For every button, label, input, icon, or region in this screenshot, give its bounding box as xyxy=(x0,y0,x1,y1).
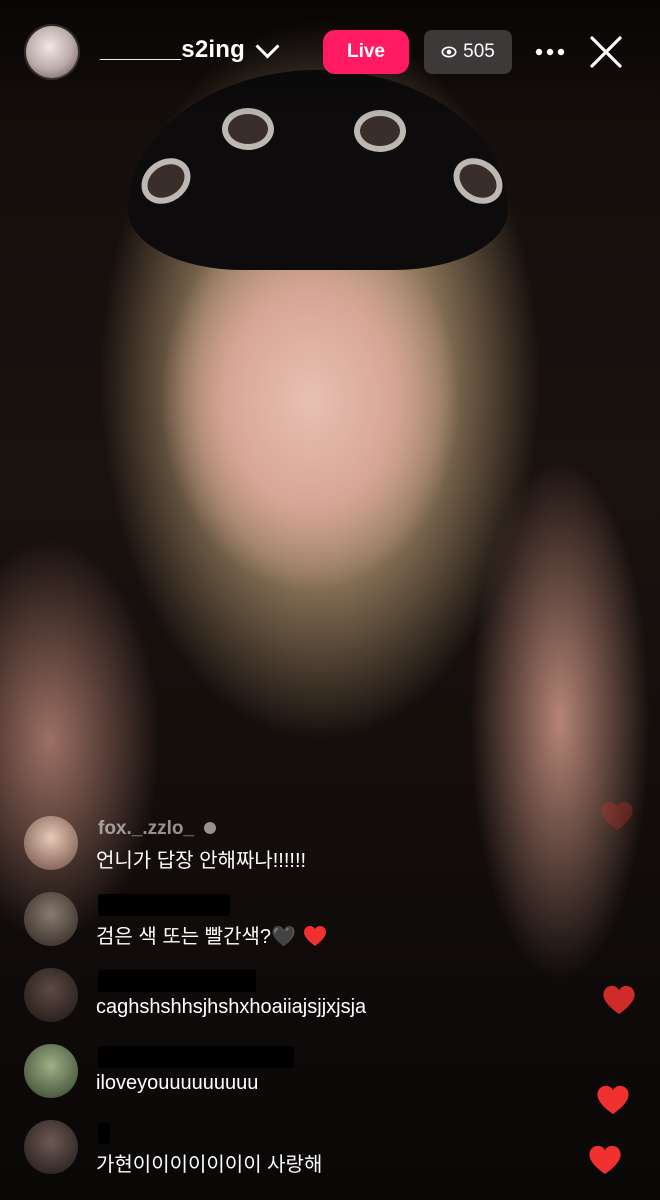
top-bar: ______s2ing Live 505 xyxy=(0,0,660,110)
viewer-count: 505 xyxy=(463,41,495,62)
commenter-avatar xyxy=(24,892,78,946)
verified-badge-icon xyxy=(204,822,217,834)
chevron-down-icon[interactable] xyxy=(255,33,280,59)
comment-text: 가현이이이이이이이 사랑해 xyxy=(96,1154,323,1176)
comment-item[interactable]: 가현이이이이이이이 사랑해 xyxy=(24,1116,524,1176)
comment-item[interactable]: fox._.zzlo_ 언니가 답장 안해짜나!!!!!! xyxy=(24,812,524,872)
comment-item[interactable]: caghshshhsjhshxhoaiiajsjjxjsja xyxy=(24,964,524,1024)
redacted-username xyxy=(98,1046,294,1068)
broadcaster-username[interactable]: ______s2ing xyxy=(100,33,280,64)
commenter-avatar xyxy=(24,968,78,1022)
comment-text: caghshshhsjhshxhoaiiajsjjxjsja xyxy=(96,996,367,1018)
comment-text: 검은 색 또는 빨간색?🖤 xyxy=(96,920,327,949)
live-badge: Live xyxy=(323,30,409,74)
close-button[interactable] xyxy=(586,32,626,72)
username-text: ______s2ing xyxy=(100,36,245,63)
more-options-button[interactable] xyxy=(528,32,572,72)
commenter-avatar xyxy=(24,1044,78,1098)
comment-text: 언니가 답장 안해짜나!!!!!! xyxy=(96,850,307,872)
redacted-username xyxy=(98,970,256,992)
comment-text: iloveyouuuuuuuuu xyxy=(96,1072,259,1094)
redacted-username xyxy=(98,894,230,916)
viewer-count-badge[interactable]: 505 xyxy=(424,30,512,74)
heart-icon xyxy=(589,1145,621,1175)
commenter-avatar xyxy=(24,1120,78,1174)
heart-icon xyxy=(601,801,633,831)
more-options-icon xyxy=(535,48,565,56)
redacted-username xyxy=(98,1122,110,1144)
comment-item[interactable]: 검은 색 또는 빨간색?🖤 xyxy=(24,888,524,948)
comment-item[interactable]: iloveyouuuuuuuuu xyxy=(24,1040,524,1100)
heart-icon xyxy=(304,926,327,946)
heart-icon xyxy=(603,985,635,1015)
commenter-username: fox._.zzlo_ xyxy=(98,818,217,840)
live-label: Live xyxy=(346,41,386,62)
commenter-avatar xyxy=(24,816,78,870)
close-icon xyxy=(590,36,622,68)
eye-icon xyxy=(441,46,457,58)
avatar[interactable] xyxy=(26,26,78,78)
live-stream-screen: ______s2ing Live 505 fox._.zzlo_ 언니가 답장 … xyxy=(0,0,660,1200)
heart-icon xyxy=(597,1085,629,1115)
